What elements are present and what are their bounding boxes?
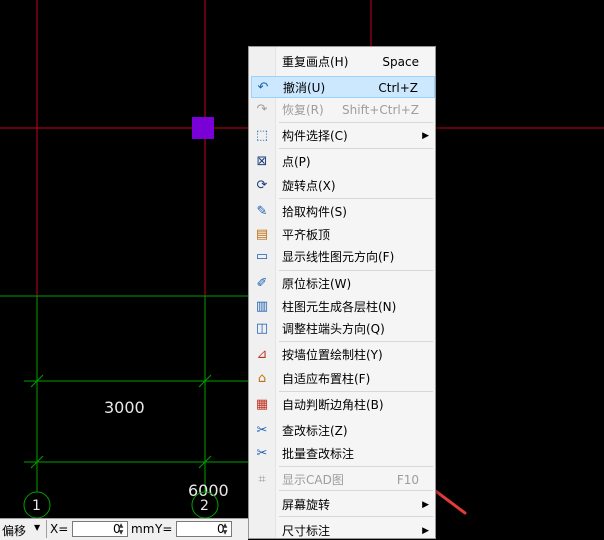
show-direction-icon: ▭ bbox=[255, 249, 269, 264]
select-component-icon: ⬚ bbox=[255, 128, 269, 143]
menu-separator bbox=[279, 270, 433, 271]
y-spinner-icon[interactable]: ▲ ▼ bbox=[220, 522, 230, 536]
axis-label-2: 2 bbox=[200, 498, 209, 514]
menu-separator bbox=[279, 198, 433, 199]
redo-icon: ↷ bbox=[256, 102, 268, 117]
menu-item-shortcut: Ctrl+Z bbox=[378, 81, 418, 95]
menu-item-corner-column[interactable]: ▦ 自动判断边角柱(B) bbox=[251, 394, 435, 416]
x-unit-label: mm bbox=[131, 522, 155, 536]
menu-item-label: 显示CAD图 bbox=[282, 473, 344, 487]
mode-dropdown-icon[interactable]: ▼ bbox=[34, 523, 40, 532]
menu-item-shortcut: F10 bbox=[396, 473, 419, 487]
menu-item-label: 撤消(U) bbox=[283, 81, 326, 95]
axis-label-1: 1 bbox=[32, 498, 41, 514]
menu-separator bbox=[279, 122, 433, 123]
batch-annotation-icon: ✂ bbox=[256, 446, 268, 461]
menu-item-label: 自适应布置柱(F) bbox=[282, 372, 371, 386]
pick-component-icon: ✎ bbox=[256, 204, 268, 219]
x-label: X= bbox=[50, 522, 69, 536]
menu-item-label: 查改标注(Z) bbox=[282, 424, 348, 438]
menu-item-generate-columns[interactable]: ▥ 柱图元生成各层柱(N) bbox=[251, 296, 435, 318]
menu-item-item-0[interactable]: 重复画点(H) Space bbox=[251, 51, 435, 73]
x-offset-input[interactable]: 0 ▲ ▼ bbox=[72, 521, 128, 537]
y-offset-input[interactable]: 0 ▲ ▼ bbox=[176, 521, 232, 537]
menu-item-item-19[interactable]: 尺寸标注 ▶ bbox=[251, 520, 435, 538]
menu-item-label: 按墙位置绘制柱(Y) bbox=[282, 348, 383, 362]
menu-separator bbox=[279, 391, 433, 392]
menu-item-align-slab-top[interactable]: ▤ 平齐板顶 bbox=[251, 224, 435, 246]
menu-item-label: 旋转点(X) bbox=[282, 179, 336, 193]
menu-item-adaptive-column[interactable]: ⌂ 自适应布置柱(F) bbox=[251, 368, 435, 390]
menu-item-label: 平齐板顶 bbox=[282, 228, 331, 242]
menu-separator bbox=[279, 341, 433, 342]
corner-column-icon: ▦ bbox=[255, 397, 269, 412]
menu-separator bbox=[279, 516, 433, 517]
menu-item-label: 原位标注(W) bbox=[282, 277, 352, 291]
mode-label: 偏移 bbox=[2, 524, 27, 538]
menu-item-label: 显示线性图元方向(F) bbox=[282, 250, 395, 264]
menu-item-pick-component[interactable]: ✎ 拾取构件(S) bbox=[251, 201, 435, 223]
rotate-point-icon: ⟳ bbox=[256, 178, 268, 193]
generate-columns-icon: ▥ bbox=[255, 299, 269, 314]
x-spinner-icon[interactable]: ▲ ▼ bbox=[116, 522, 126, 536]
menu-item-label: 批量查改标注 bbox=[282, 447, 355, 461]
menu-item-label: 调整柱端头方向(Q) bbox=[282, 322, 385, 336]
menu-item-label: 点(P) bbox=[282, 155, 311, 169]
menu-item-shortcut: Shift+Ctrl+Z bbox=[342, 103, 419, 117]
menu-item-label: 拾取构件(S) bbox=[282, 205, 347, 219]
menu-item-in-situ-annotation[interactable]: ✐ 原位标注(W) bbox=[251, 273, 435, 295]
menu-item-redo[interactable]: ↷ 恢复(R) Shift+Ctrl+Z bbox=[251, 99, 435, 121]
menu-item-show-direction[interactable]: ▭ 显示线性图元方向(F) bbox=[251, 246, 435, 268]
menu-separator bbox=[279, 490, 433, 491]
draw-column-by-wall-icon: ⊿ bbox=[256, 347, 268, 362]
menu-separator bbox=[279, 466, 433, 467]
adjust-column-end-icon: ◫ bbox=[255, 321, 269, 336]
menu-item-rotate-point[interactable]: ⟳ 旋转点(X) bbox=[251, 175, 435, 197]
menu-item-item-18[interactable]: 屏幕旋转 ▶ bbox=[251, 494, 435, 516]
menu-item-point[interactable]: ⊠ 点(P) bbox=[251, 151, 435, 173]
status-bar: 偏移 ▼ X= 0 ▲ ▼ mm Y= 0 ▲ ▼ bbox=[0, 518, 248, 540]
menu-item-adjust-column-end[interactable]: ◫ 调整柱端头方向(Q) bbox=[251, 318, 435, 340]
undo-icon: ↶ bbox=[257, 80, 269, 95]
menu-item-label: 自动判断边角柱(B) bbox=[282, 398, 384, 412]
check-annotation-icon: ✂ bbox=[256, 423, 268, 438]
in-situ-annotation-icon: ✐ bbox=[256, 276, 268, 291]
submenu-arrow-icon: ▶ bbox=[422, 500, 429, 510]
menu-item-select-component[interactable]: ⬚ 构件选择(C) ▶ bbox=[251, 125, 435, 147]
menu-item-batch-annotation[interactable]: ✂ 批量查改标注 bbox=[251, 443, 435, 465]
submenu-arrow-icon: ▶ bbox=[422, 526, 429, 536]
menu-item-label: 屏幕旋转 bbox=[282, 498, 331, 512]
menu-item-draw-column-by-wall[interactable]: ⊿ 按墙位置绘制柱(Y) bbox=[251, 344, 435, 366]
show-cad-icon: ⌗ bbox=[258, 472, 266, 487]
menu-item-undo[interactable]: ↶ 撤消(U) Ctrl+Z bbox=[251, 76, 435, 98]
submenu-arrow-icon: ▶ bbox=[422, 131, 429, 141]
dimension-label-3000: 3000 bbox=[104, 398, 145, 417]
menu-item-label: 构件选择(C) bbox=[282, 129, 348, 143]
column-point-marker[interactable] bbox=[192, 117, 214, 139]
point-icon: ⊠ bbox=[256, 154, 268, 169]
menu-item-shortcut: Space bbox=[382, 55, 419, 69]
menu-item-label: 恢复(R) bbox=[282, 103, 324, 117]
menu-item-check-annotation[interactable]: ✂ 查改标注(Z) bbox=[251, 420, 435, 442]
menu-item-label: 尺寸标注 bbox=[282, 524, 331, 538]
context-menu: 重复画点(H) Space ↶ 撤消(U) Ctrl+Z ↷ 恢复(R) Shift+Ctrl… bbox=[248, 46, 436, 539]
align-slab-top-icon: ▤ bbox=[255, 227, 269, 242]
menu-separator bbox=[279, 148, 433, 149]
status-divider bbox=[46, 520, 47, 538]
adaptive-column-icon: ⌂ bbox=[257, 371, 267, 386]
y-label: Y= bbox=[155, 522, 173, 536]
menu-item-show-cad[interactable]: ⌗ 显示CAD图 F10 bbox=[251, 469, 435, 491]
menu-item-label: 重复画点(H) bbox=[282, 55, 349, 69]
menu-item-label: 柱图元生成各层柱(N) bbox=[282, 300, 397, 314]
